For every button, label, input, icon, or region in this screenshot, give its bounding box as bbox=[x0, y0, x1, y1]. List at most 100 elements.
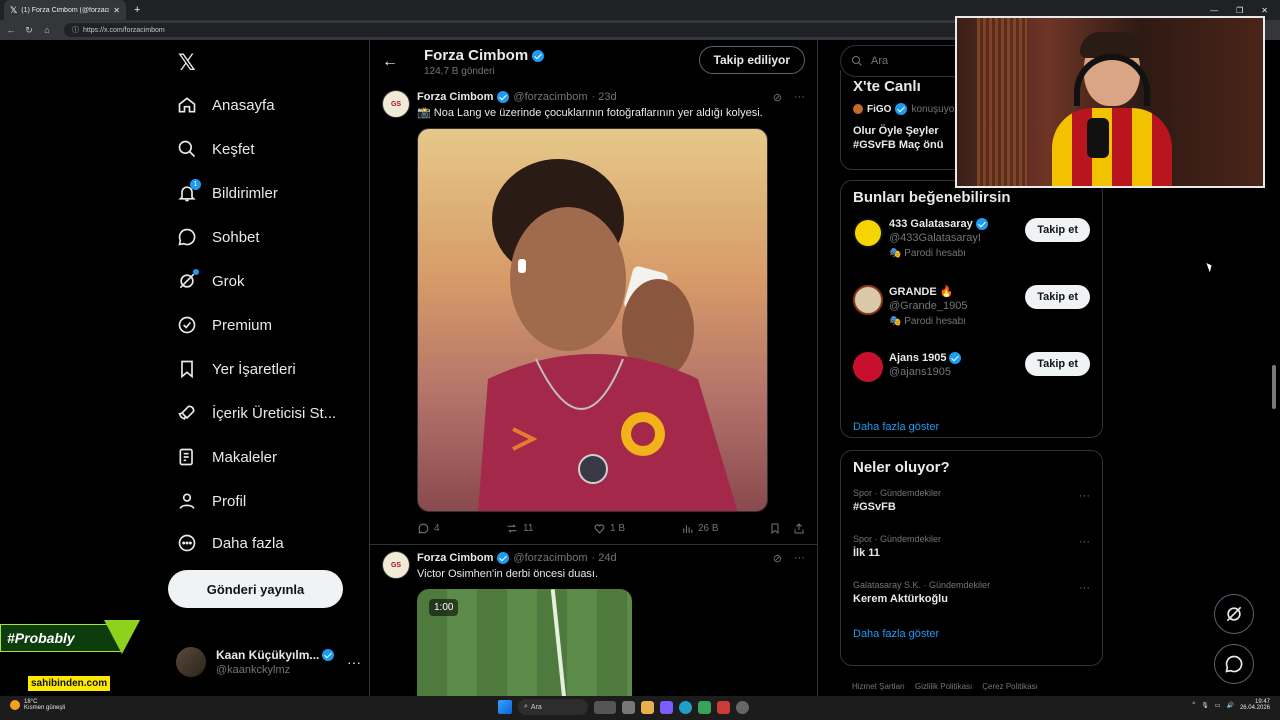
privacy-link[interactable]: Gizlilik Politikası bbox=[915, 682, 972, 691]
trend-item[interactable]: Spor · Gündemdekiler #GSvFB ··· bbox=[841, 484, 1102, 530]
more-options-icon[interactable]: ··· bbox=[794, 91, 805, 104]
verified-icon bbox=[949, 352, 962, 364]
rocket-icon bbox=[176, 402, 198, 424]
reload-icon[interactable]: ↻ bbox=[24, 25, 34, 36]
nav-item-bookmarks[interactable]: Yer İşaretleri bbox=[176, 354, 296, 384]
tweet-author-name[interactable]: Forza Cimbom bbox=[417, 91, 493, 103]
more-options-icon[interactable]: ··· bbox=[1079, 536, 1090, 548]
discord-icon[interactable] bbox=[660, 700, 673, 714]
nav-item-profile[interactable]: Profil bbox=[176, 486, 246, 516]
tweet-image[interactable] bbox=[417, 128, 768, 512]
tweet-timestamp[interactable]: · 24d bbox=[592, 552, 617, 564]
clock[interactable]: 19:47 26.04.2026 bbox=[1240, 699, 1270, 711]
scrollbar-thumb[interactable] bbox=[1272, 365, 1276, 409]
nav-item-more[interactable]: Daha fazla bbox=[176, 528, 284, 558]
views-icon bbox=[683, 524, 693, 533]
nav-item-chat[interactable]: Sohbet bbox=[176, 222, 260, 252]
post-button[interactable]: Gönderi yayınla bbox=[168, 570, 343, 608]
grok-fab-button[interactable] bbox=[1214, 594, 1254, 634]
new-tab-button[interactable]: + bbox=[134, 4, 140, 16]
more-options-icon[interactable]: ··· bbox=[794, 552, 805, 565]
follow-button[interactable]: Takip et bbox=[1025, 285, 1090, 309]
back-arrow-icon[interactable]: ← bbox=[382, 53, 412, 71]
messages-fab-button[interactable] bbox=[1214, 644, 1254, 684]
parody-label: 🎭 Parodi hesabı bbox=[889, 248, 966, 259]
tweet-author-handle[interactable]: @forzacimbom bbox=[513, 91, 587, 103]
tweet-author-handle[interactable]: @forzacimbom bbox=[513, 552, 587, 564]
notification-badge: 1 bbox=[190, 179, 201, 190]
suggestion-item[interactable]: 433 Galatasaray @433GalatasarayI 🎭 Parod… bbox=[841, 214, 1102, 281]
weather-widget[interactable]: 18°C Kısmen güneşli bbox=[10, 699, 65, 711]
nav-item-creator-studio[interactable]: İçerik Üreticisi St... bbox=[176, 398, 336, 428]
trend-item[interactable]: Galatasaray S.K. · Gündemdekiler Kerem A… bbox=[841, 576, 1102, 622]
nav-item-articles[interactable]: Makaleler bbox=[176, 442, 277, 472]
close-window-icon[interactable]: ✕ bbox=[1261, 6, 1268, 15]
nav-item-home[interactable]: Anasayfa bbox=[176, 90, 275, 120]
tweet[interactable]: GS Forza Cimbom @forzacimbom · 23d ⊘ ···… bbox=[370, 84, 817, 545]
cookie-link[interactable]: Çerez Politikası bbox=[982, 682, 1038, 691]
taskbar: 18°C Kısmen güneşli ⌕ Ara ^ 🎙 ▭ 🔊 19:47 2… bbox=[0, 696, 1280, 720]
avatar bbox=[853, 218, 883, 248]
terms-link[interactable]: Hizmet Şartları bbox=[852, 682, 905, 691]
file-explorer-icon[interactable] bbox=[641, 700, 654, 714]
nav-label: Sohbet bbox=[212, 228, 260, 246]
chrome-icon[interactable] bbox=[698, 700, 711, 714]
more-options-icon[interactable]: ··· bbox=[347, 654, 361, 670]
trends-show-more-link[interactable]: Daha fazla göster bbox=[841, 622, 1102, 646]
parody-label: 🎭 Parodi hesabı bbox=[889, 316, 966, 327]
trend-item[interactable]: Spor · Gündemdekiler İlk 11 ··· bbox=[841, 530, 1102, 576]
grok-icon[interactable]: ⊘ bbox=[773, 91, 782, 104]
windows-start-icon[interactable] bbox=[498, 700, 512, 714]
minimize-icon[interactable]: — bbox=[1210, 6, 1218, 15]
back-icon[interactable]: ← bbox=[6, 25, 16, 35]
edge-icon[interactable] bbox=[679, 700, 692, 714]
scrollbar[interactable] bbox=[1270, 40, 1278, 696]
grok-icon[interactable]: ⊘ bbox=[773, 552, 782, 565]
nav-item-premium[interactable]: Premium bbox=[176, 310, 272, 340]
following-button[interactable]: Takip ediliyor bbox=[698, 46, 805, 74]
x-logo-icon[interactable]: 𝕏 bbox=[178, 50, 196, 76]
avatar[interactable]: GS bbox=[382, 90, 410, 118]
task-view-icon[interactable] bbox=[622, 700, 635, 714]
nav-item-explore[interactable]: Keşfet bbox=[176, 134, 255, 164]
views-button[interactable]: 26 B bbox=[681, 522, 769, 535]
home-browser-icon[interactable]: ⌂ bbox=[42, 25, 52, 35]
site-info-icon[interactable]: ⓘ bbox=[72, 25, 79, 35]
taskbar-search[interactable]: ⌕ Ara bbox=[518, 699, 588, 715]
more-options-icon[interactable]: ··· bbox=[1079, 582, 1090, 594]
show-more-link[interactable]: Daha fazla göster bbox=[841, 415, 1102, 439]
bookmark-button[interactable] bbox=[769, 522, 793, 535]
avatar bbox=[853, 352, 883, 382]
tray-chevron-icon[interactable]: ^ bbox=[1192, 702, 1195, 708]
follow-button[interactable]: Takip et bbox=[1025, 352, 1090, 376]
network-icon[interactable]: ▭ bbox=[1215, 702, 1221, 709]
reply-button[interactable]: 4 bbox=[417, 522, 505, 535]
obs-icon[interactable] bbox=[736, 700, 749, 714]
app-icon[interactable] bbox=[717, 700, 730, 714]
avatar[interactable]: GS bbox=[382, 551, 410, 579]
like-button[interactable]: 1 B bbox=[593, 522, 681, 535]
nav-item-grok[interactable]: Grok bbox=[176, 266, 245, 296]
mouse-cursor bbox=[1206, 261, 1214, 273]
repost-button[interactable]: 11 bbox=[505, 522, 593, 535]
search-placeholder: Ara bbox=[871, 55, 889, 67]
close-tab-icon[interactable]: ✕ bbox=[113, 6, 120, 15]
volume-icon[interactable]: 🔊 bbox=[1226, 702, 1233, 709]
suggestion-item[interactable]: Ajans 1905 @ajans1905 Takip et bbox=[841, 348, 1102, 415]
tweet-video[interactable]: 1:00 bbox=[417, 589, 632, 696]
trend-name: İlk 11 bbox=[853, 547, 880, 559]
more-options-icon[interactable]: ··· bbox=[1079, 490, 1090, 502]
follow-button[interactable]: Takip et bbox=[1025, 218, 1090, 242]
browser-tab[interactable]: 𝕏 (1) Forza Cimbom (@forzacimbom) / X ✕ bbox=[4, 0, 126, 20]
nav-item-notifications[interactable]: 1 Bildirimler bbox=[176, 178, 278, 208]
widget-icon[interactable] bbox=[594, 700, 616, 714]
tweet-author-name[interactable]: Forza Cimbom bbox=[417, 552, 493, 564]
tweet[interactable]: GS Forza Cimbom @forzacimbom · 24d ⊘ ···… bbox=[370, 545, 817, 696]
mic-tray-icon[interactable]: 🎙 bbox=[1201, 702, 1209, 709]
share-button[interactable] bbox=[793, 522, 805, 535]
address-bar[interactable]: ⓘ https://x.com/forzacimbom bbox=[64, 23, 964, 37]
suggestion-item[interactable]: GRANDE 🔥 @Grande_1905 🎭 Parodi hesabı Ta… bbox=[841, 281, 1102, 348]
maximize-icon[interactable]: ❐ bbox=[1236, 6, 1243, 15]
account-switcher[interactable]: Kaan Küçükyılm... @kaankckylmz ··· bbox=[176, 642, 361, 682]
tweet-timestamp[interactable]: · 23d bbox=[592, 91, 617, 103]
